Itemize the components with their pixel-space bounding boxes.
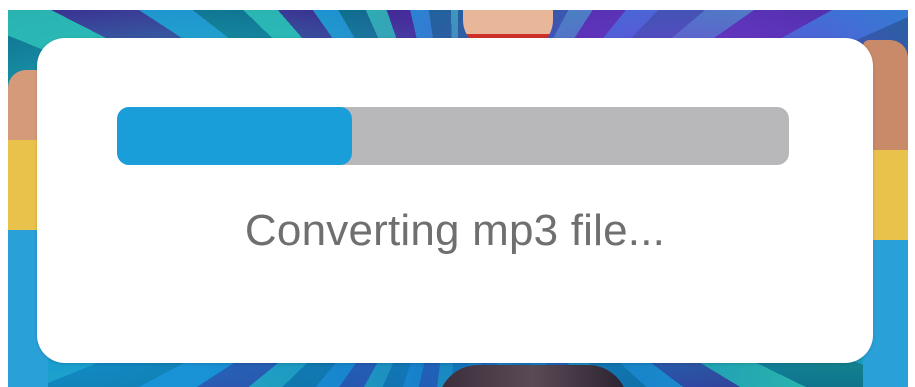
screen: Converting mp3 file... [0,0,915,387]
progress-bar [117,107,789,165]
conversion-dialog: Converting mp3 file... [37,38,873,363]
background-figure-bottom [438,365,628,387]
progress-bar-fill [117,107,353,165]
status-message: Converting mp3 file... [244,206,666,255]
